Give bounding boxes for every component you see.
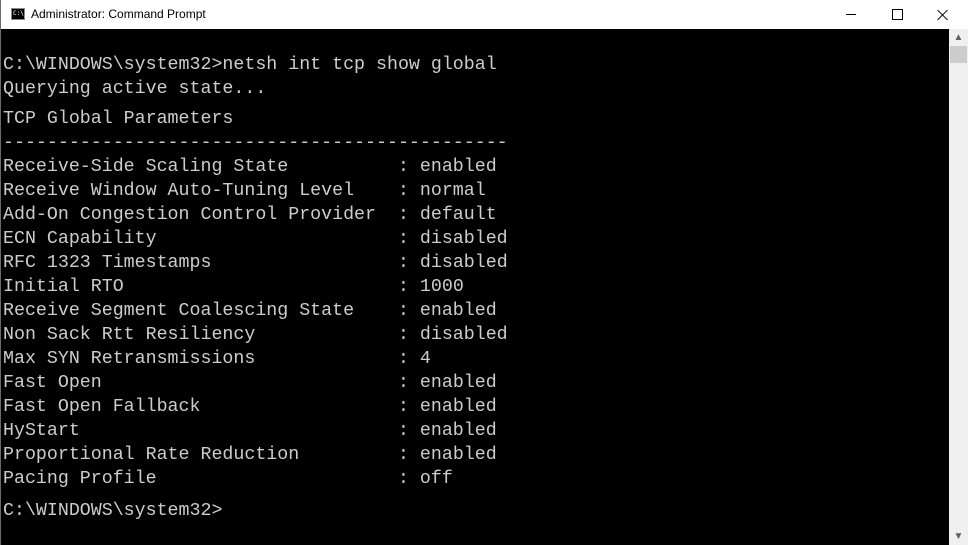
console-output[interactable]: C:\WINDOWS\system32>netsh int tcp show g… — [2, 29, 948, 545]
parameter-separator: : — [299, 445, 420, 465]
parameter-name: HyStart — [3, 421, 80, 441]
parameter-row: Max SYN Retransmissions : 4 — [3, 348, 431, 370]
chevron-up-icon: ▲ — [953, 32, 964, 43]
scrollbar-thumb[interactable] — [950, 46, 967, 63]
parameter-value: disabled — [419, 253, 508, 273]
parameter-separator: : — [156, 229, 420, 249]
parameter-separator: : — [354, 181, 420, 201]
parameter-row: ECN Capability : disabled — [3, 228, 508, 250]
output-heading: TCP Global Parameters — [3, 109, 234, 129]
parameter-row: HyStart : enabled — [3, 420, 497, 442]
parameter-row: Receive Segment Coalescing State : enabl… — [3, 300, 497, 322]
parameter-row: Non Sack Rtt Resiliency : disabled — [3, 324, 508, 346]
parameter-row: Proportional Rate Reduction : enabled — [3, 444, 497, 466]
parameter-name: Proportional Rate Reduction — [3, 445, 300, 465]
parameter-value: enabled — [419, 373, 497, 393]
parameter-separator: : — [200, 397, 420, 417]
scroll-up-button[interactable]: ▲ — [949, 29, 968, 46]
prompt-line[interactable]: C:\WINDOWS\system32> — [3, 500, 222, 522]
parameter-separator: : — [156, 469, 420, 489]
title-bar[interactable]: C:\_ Administrator: Command Prompt — [1, 0, 970, 29]
parameter-row: Initial RTO : 1000 — [3, 276, 464, 298]
parameter-separator: : — [376, 205, 420, 225]
parameter-name: ECN Capability — [3, 229, 157, 249]
parameter-row: Fast Open Fallback : enabled — [3, 396, 497, 418]
parameter-row: Fast Open : enabled — [3, 372, 497, 394]
parameter-row: Receive-Side Scaling State : enabled — [3, 156, 497, 178]
parameter-row: Add-On Congestion Control Provider : def… — [3, 204, 497, 226]
parameter-separator: : — [255, 325, 420, 345]
window-title: Administrator: Command Prompt — [31, 7, 206, 21]
parameter-separator: : — [101, 373, 420, 393]
parameter-name: Add-On Congestion Control Provider — [3, 205, 376, 225]
maximize-icon — [891, 9, 903, 20]
parameter-name: Non Sack Rtt Resiliency — [3, 325, 256, 345]
parameter-name: Fast Open Fallback — [3, 397, 201, 417]
parameter-separator: : — [288, 157, 420, 177]
parameter-value: disabled — [419, 229, 508, 249]
parameter-value: disabled — [419, 325, 508, 345]
parameter-value: 4 — [419, 349, 431, 369]
scroll-down-button[interactable]: ▼ — [949, 528, 968, 545]
parameter-separator: : — [211, 253, 420, 273]
parameter-name: Receive-Side Scaling State — [3, 157, 289, 177]
parameter-row: Receive Window Auto-Tuning Level : norma… — [3, 180, 486, 202]
chevron-down-icon: ▼ — [953, 531, 964, 542]
parameter-name: Fast Open — [3, 373, 102, 393]
parameter-value: enabled — [419, 157, 497, 177]
parameter-name: Initial RTO — [3, 277, 124, 297]
status-line: Querying active state... — [3, 79, 267, 99]
parameter-value: enabled — [419, 301, 497, 321]
maximize-button[interactable] — [874, 0, 920, 29]
parameter-name: Max SYN Retransmissions — [3, 349, 256, 369]
parameter-row: RFC 1323 Timestamps : disabled — [3, 252, 508, 274]
parameter-separator: : — [123, 277, 420, 297]
command-prompt-window: C:\_ Administrator: Command Prompt C:\WI… — [0, 0, 970, 545]
parameter-name: Receive Window Auto-Tuning Level — [3, 181, 355, 201]
close-button[interactable] — [920, 0, 966, 29]
command-line: C:\WINDOWS\system32>netsh int tcp show g… — [3, 55, 497, 75]
parameter-value: default — [419, 205, 497, 225]
parameter-value: normal — [419, 181, 486, 201]
separator-line: ----------------------------------------… — [3, 133, 508, 153]
minimize-button[interactable] — [828, 0, 874, 29]
parameter-value: enabled — [419, 445, 497, 465]
parameter-separator: : — [354, 301, 420, 321]
parameter-name: Pacing Profile — [3, 469, 157, 489]
parameter-name: Receive Segment Coalescing State — [3, 301, 355, 321]
parameter-value: enabled — [419, 397, 497, 417]
close-icon — [937, 9, 949, 21]
parameter-value: enabled — [419, 421, 497, 441]
parameter-name: RFC 1323 Timestamps — [3, 253, 212, 273]
parameter-value: off — [419, 469, 453, 489]
parameter-row: Pacing Profile : off — [3, 468, 453, 490]
minimize-icon — [846, 14, 856, 15]
parameter-value: 1000 — [419, 277, 464, 297]
cmd-icon: C:\_ — [11, 8, 27, 20]
vertical-scrollbar[interactable]: ▲ ▼ — [949, 29, 968, 545]
parameter-separator: : — [79, 421, 420, 441]
parameter-separator: : — [255, 349, 420, 369]
